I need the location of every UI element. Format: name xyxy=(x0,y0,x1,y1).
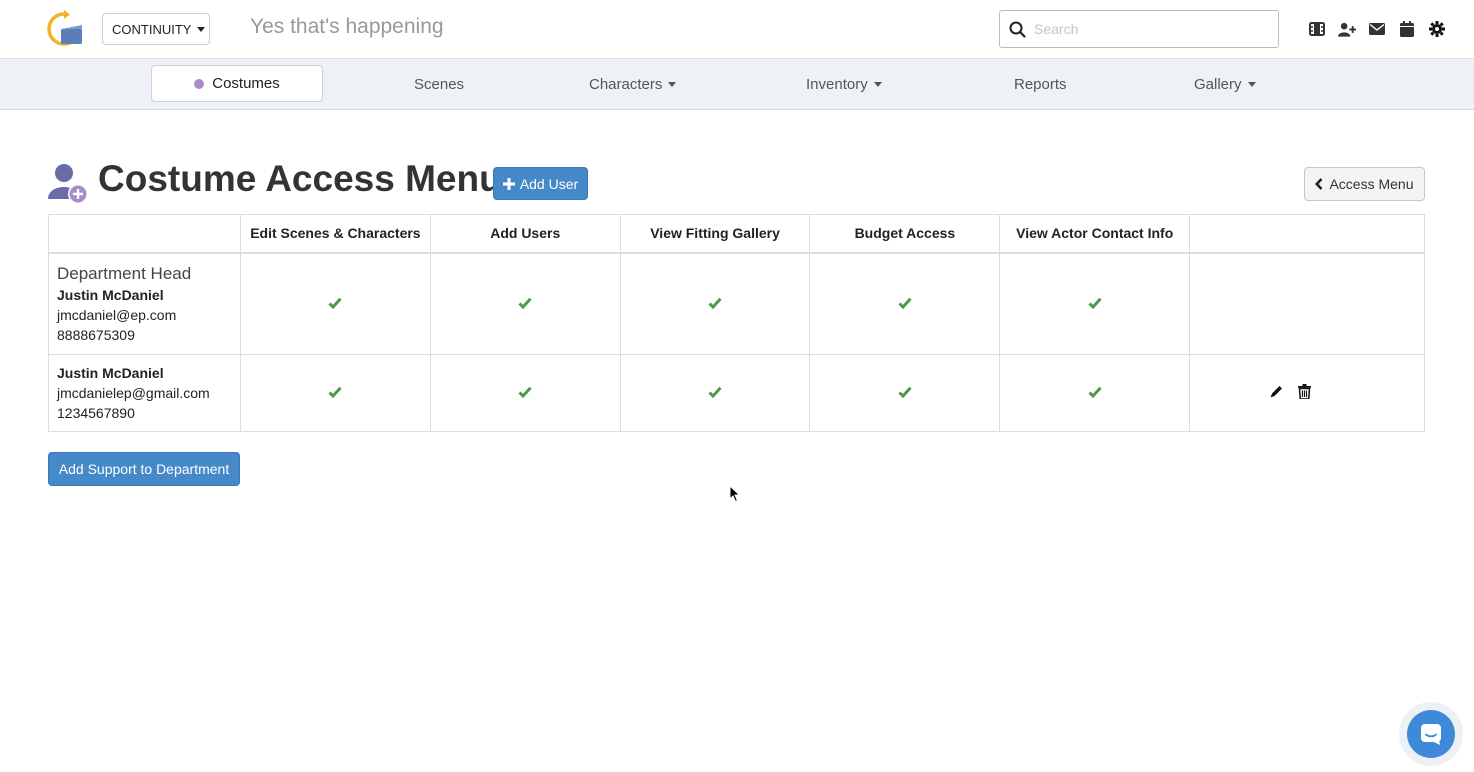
app-logo[interactable] xyxy=(44,10,84,48)
user-access-icon xyxy=(48,163,90,205)
project-selector[interactable]: CONTINUITY xyxy=(102,13,210,45)
check-icon xyxy=(518,385,532,401)
top-icon-bar xyxy=(1308,20,1446,38)
nav-label: Costumes xyxy=(212,75,280,92)
check-icon xyxy=(1088,296,1102,312)
check-icon xyxy=(328,296,342,312)
user-role: Department Head xyxy=(57,263,192,283)
nav-reports[interactable]: Reports xyxy=(1014,59,1067,109)
check-icon xyxy=(518,296,532,312)
page-title: Costume Access Menu xyxy=(98,158,502,199)
nav-gallery[interactable]: Gallery xyxy=(1194,59,1256,109)
nav-label: Reports xyxy=(1014,75,1067,93)
table-header-row: Edit Scenes & Characters Add Users View … xyxy=(48,214,1425,254)
table-row: Justin McDaniel jmcdanielep@gmail.com 12… xyxy=(48,354,1425,432)
chevron-down-icon xyxy=(668,81,677,87)
chat-icon xyxy=(1421,724,1441,745)
chevron-left-icon xyxy=(1315,178,1323,190)
nav-label: Characters xyxy=(589,75,663,93)
trash-icon[interactable] xyxy=(1298,383,1312,399)
nav-characters[interactable]: Characters xyxy=(589,59,677,109)
chat-button[interactable] xyxy=(1407,710,1455,758)
chat-launcher xyxy=(1399,702,1463,766)
user-cell: Justin McDaniel jmcdanielep@gmail.com 12… xyxy=(48,354,241,432)
actions-cell xyxy=(1189,252,1425,355)
permission-cell xyxy=(429,354,621,432)
search-icon xyxy=(1009,21,1026,38)
user-phone: 8888675309 xyxy=(57,326,135,343)
nav-label: Gallery xyxy=(1194,75,1242,93)
mouse-cursor-icon xyxy=(729,484,741,508)
check-icon xyxy=(898,385,912,401)
table-row: Department Head Justin McDaniel jmcdanie… xyxy=(48,252,1425,355)
user-phone: 1234567890 xyxy=(57,405,135,421)
access-menu-label: Access Menu xyxy=(1329,176,1414,192)
chevron-down-icon xyxy=(873,81,882,87)
project-tagline: Yes that's happening xyxy=(250,15,444,38)
chevron-down-icon xyxy=(1247,81,1256,87)
check-icon xyxy=(708,296,722,312)
add-support-button[interactable]: Add Support to Department xyxy=(48,452,240,486)
search-input[interactable] xyxy=(1034,21,1264,37)
column-header: Edit Scenes & Characters xyxy=(239,214,431,254)
plus-icon xyxy=(502,177,515,190)
check-icon xyxy=(1088,385,1102,401)
project-selector-label: CONTINUITY xyxy=(112,21,192,37)
actions-cell xyxy=(1189,354,1425,432)
chevron-down-icon xyxy=(197,26,206,32)
user-name: Justin McDaniel xyxy=(57,286,164,303)
row-actions xyxy=(1190,383,1424,399)
section-color-dot xyxy=(194,78,205,89)
permission-cell xyxy=(619,252,811,355)
permission-cell xyxy=(239,354,431,432)
user-cell: Department Head Justin McDaniel jmcdanie… xyxy=(48,252,241,355)
user-name: Justin McDaniel xyxy=(57,365,164,381)
nav-label: Inventory xyxy=(806,75,868,93)
check-icon xyxy=(328,385,342,401)
top-bar: CONTINUITY Yes that's happening xyxy=(0,0,1474,58)
column-header: Budget Access xyxy=(809,214,1001,254)
permission-cell xyxy=(429,252,621,355)
film-icon[interactable] xyxy=(1308,20,1326,38)
section-nav: Costumes Scenes Characters Inventory Rep… xyxy=(0,58,1474,110)
nav-inventory[interactable]: Inventory xyxy=(806,59,882,109)
permission-cell xyxy=(239,252,431,355)
column-header xyxy=(48,214,241,254)
search-box xyxy=(999,10,1279,48)
permission-cell xyxy=(809,252,1001,355)
check-icon xyxy=(708,385,722,401)
permission-cell xyxy=(999,252,1191,355)
column-header xyxy=(1189,214,1425,254)
gear-icon[interactable] xyxy=(1428,20,1446,38)
calendar-icon[interactable] xyxy=(1398,20,1416,38)
add-user-button[interactable]: Add User xyxy=(493,167,588,200)
user-email: jmcdaniel@ep.com xyxy=(57,306,177,323)
permission-cell xyxy=(619,354,811,432)
column-header: View Fitting Gallery xyxy=(619,214,811,254)
nav-label: Scenes xyxy=(414,75,465,93)
add-user-label: Add User xyxy=(519,175,579,192)
envelope-icon[interactable] xyxy=(1368,20,1386,38)
add-user-icon[interactable] xyxy=(1338,20,1356,38)
permission-cell xyxy=(999,354,1191,432)
user-email: jmcdanielep@gmail.com xyxy=(57,385,210,401)
access-menu-button[interactable]: Access Menu xyxy=(1304,167,1425,201)
permission-cell xyxy=(809,354,1001,432)
edit-icon[interactable] xyxy=(1269,384,1284,399)
access-table: Edit Scenes & Characters Add Users View … xyxy=(48,214,1425,432)
column-header: Add Users xyxy=(429,214,621,254)
check-icon xyxy=(898,296,912,312)
nav-scenes[interactable]: Scenes xyxy=(414,59,464,109)
column-header: View Actor Contact Info xyxy=(999,214,1191,254)
nav-costumes[interactable]: Costumes xyxy=(151,65,323,102)
